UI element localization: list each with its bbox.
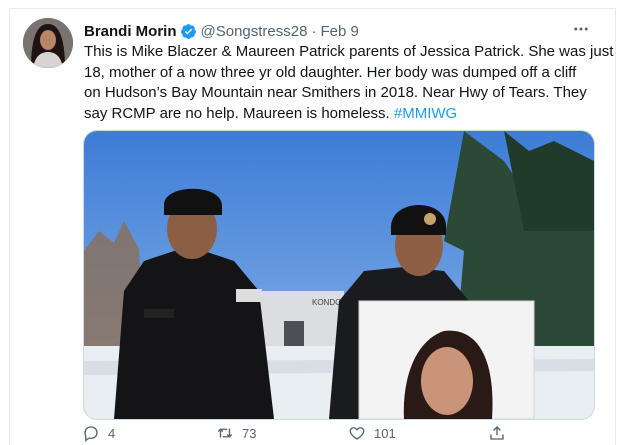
tweet-text: This is Mike Blaczer & Maureen Patrick p… (84, 42, 614, 125)
retweet-button[interactable]: 73 (216, 424, 256, 442)
share-icon (490, 426, 504, 440)
author-name[interactable]: Brandi Morin (84, 23, 177, 40)
share-button[interactable] (488, 424, 506, 442)
avatar-photo (23, 18, 73, 68)
tweet-date[interactable]: Feb 9 (320, 23, 358, 40)
tweet-photo[interactable]: KONDOLA (83, 130, 595, 420)
reply-icon (84, 426, 98, 442)
author-avatar[interactable] (23, 18, 73, 68)
verified-badge-icon (180, 23, 197, 40)
author-handle[interactable]: @Songstress28 (201, 23, 308, 40)
tweet-header: Brandi Morin @Songstress28 · Feb 9 (84, 21, 359, 41)
tweet-text-line: on Hudson’s Bay Mountain near Smithers i… (84, 84, 587, 101)
retweet-icon (217, 428, 233, 438)
reply-button[interactable]: 4 (82, 424, 115, 442)
tweet-text-line: This is Mike Blaczer & Maureen Patrick p… (84, 43, 614, 60)
tweet-text-line: 18, mother of a now three yr old daughte… (84, 63, 577, 81)
tweet-text-segment: say RCMP are no help. Maureen is homeles… (84, 104, 394, 122)
photo-scene: KONDOLA (84, 131, 594, 419)
hashtag-link[interactable]: #MMIWG (394, 105, 457, 122)
retweet-count: 73 (242, 425, 257, 441)
tweet-text-line: say RCMP are no help. Maureen is homeles… (84, 104, 594, 125)
more-icon[interactable] (570, 18, 592, 40)
reply-count: 4 (108, 425, 116, 441)
header-separator: · (311, 22, 317, 40)
tweet-actions: 4 73 101 (0, 424, 623, 444)
like-icon (349, 427, 365, 440)
like-button[interactable]: 101 (348, 424, 396, 442)
like-count: 101 (374, 425, 396, 441)
